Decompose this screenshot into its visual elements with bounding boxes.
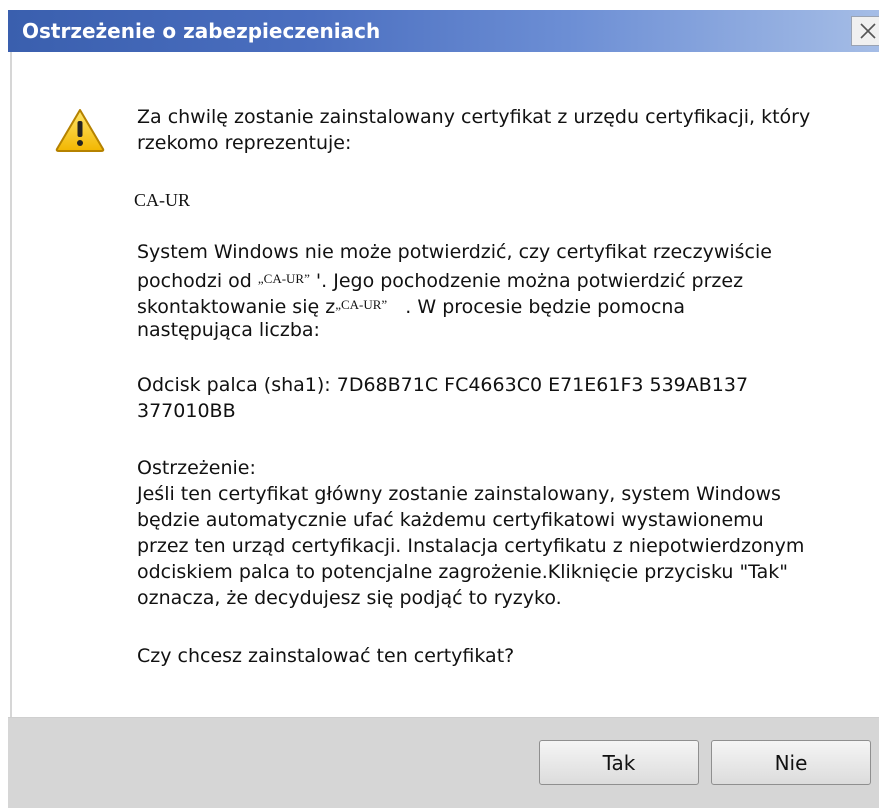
warning-line-2: będzie automatycznie ufać każdemu certyf… <box>137 509 764 531</box>
no-button[interactable]: Nie <box>711 740 871 785</box>
yes-button[interactable]: Tak <box>539 740 699 785</box>
ca-name-inline: „CA-UR” <box>257 271 310 286</box>
warning-line-3: przez ten urząd certyfikacji. Instalacja… <box>137 535 805 557</box>
close-icon <box>860 23 876 39</box>
intro-line-1: Za chwilę zostanie zainstalowany certyfi… <box>137 106 811 128</box>
close-button[interactable] <box>851 16 879 46</box>
warning-line-4: odciskiem palca to potencjalne zagrożeni… <box>137 561 789 583</box>
intro-line-2: rzekomo reprezentuje: <box>137 132 352 154</box>
verify-line-2: pochodzi od „CA-UR” '. Jego pochodzenie … <box>137 270 744 292</box>
thumbprint-line-2: 377010BB <box>137 400 236 422</box>
warning-line-5: oznacza, że decydujesz się podjąć to ryz… <box>137 587 562 609</box>
warning-heading: Ostrzeżenie: <box>137 457 256 479</box>
warning-line-1: Jeśli ten certyfikat główny zostanie zai… <box>137 483 781 505</box>
verify-line-4: następująca liczba: <box>137 319 320 341</box>
verify-line-1: System Windows nie może potwierdzić, czy… <box>137 241 772 263</box>
window-title: Ostrzeżenie o zabezpieczeniach <box>22 19 381 43</box>
ca-name-inline: „CA-UR” <box>335 297 388 312</box>
ca-name: CA-UR <box>134 190 191 210</box>
question: Czy chcesz zainstalować ten certyfikat? <box>137 645 515 667</box>
verify-line-3: skontaktowanie się z„CA-UR” . W procesie… <box>137 296 686 318</box>
warning-icon <box>55 109 105 152</box>
button-bar: Tak Nie <box>8 717 879 808</box>
title-bar: Ostrzeżenie o zabezpieczeniach <box>8 10 879 52</box>
dialog-content: Za chwilę zostanie zainstalowany certyfi… <box>10 52 879 717</box>
thumbprint-line-1: Odcisk palca (sha1): 7D68B71C FC4663C0 E… <box>137 374 749 396</box>
